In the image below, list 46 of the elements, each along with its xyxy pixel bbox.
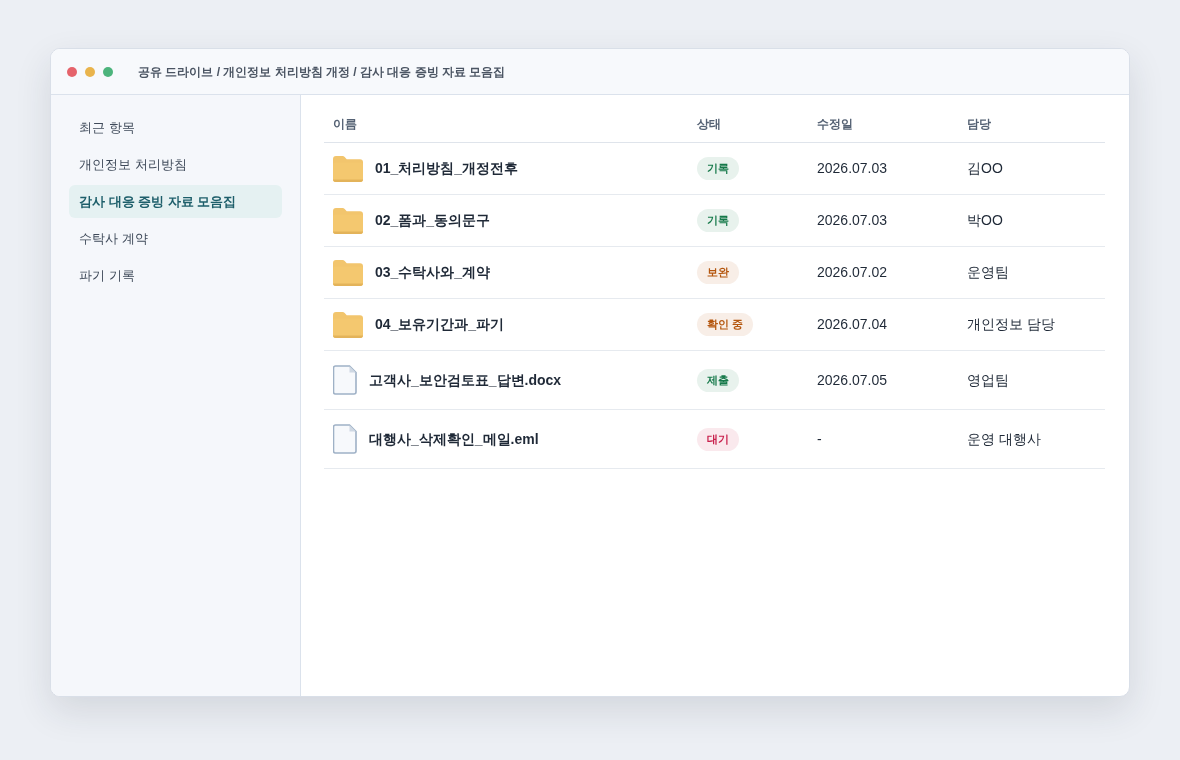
modified-date: 2026.07.03 xyxy=(817,159,888,178)
folder-icon xyxy=(333,259,363,286)
file-row[interactable]: 고객사_보안검토표_답변.docx 제출 2026.07.05 영업팀 xyxy=(324,351,1105,410)
document-icon xyxy=(333,365,357,395)
column-header[interactable]: 이름 xyxy=(333,114,357,133)
file-row[interactable]: 02_폼과_동의문구 기록 2026.07.03 박OO xyxy=(324,195,1105,247)
breadcrumb-path: 공유 드라이브 / 개인정보 처리방침 개정 / 감사 대응 증빙 자료 모음집 xyxy=(138,63,506,81)
status-badge: 제출 xyxy=(697,368,739,392)
column-header[interactable]: 담당 xyxy=(967,114,991,133)
owner-name: 운영팀 xyxy=(967,263,1009,282)
file-row[interactable]: 대행사_삭제확인_메일.eml 대기 - 운영 대행사 xyxy=(324,410,1105,469)
item-name: 03_수탁사와_계약 xyxy=(375,263,491,282)
status-badge: 기록 xyxy=(697,157,739,180)
folder-icon xyxy=(333,155,363,182)
file-row[interactable]: 03_수탁사와_계약 보완 2026.07.02 운영팀 xyxy=(324,247,1105,299)
folder-icon xyxy=(333,207,363,234)
status-badge: 대기 xyxy=(697,427,739,451)
modified-date: 2026.07.04 xyxy=(817,315,888,334)
column-header[interactable]: 수정일 xyxy=(817,114,853,133)
status-badge: 보완 xyxy=(697,261,739,284)
file-row[interactable]: 01_처리방침_개정전후 기록 2026.07.03 김OO xyxy=(324,143,1105,195)
file-row[interactable]: 04_보유기간과_파기 확인 중 2026.07.04 개인정보 담당 xyxy=(324,299,1105,351)
owner-name: 영업팀 xyxy=(967,370,1009,390)
modified-date: 2026.07.03 xyxy=(817,211,888,230)
sidebar-item[interactable]: 수탁사 계약 xyxy=(69,222,282,255)
modified-date: 2026.07.05 xyxy=(817,370,888,390)
status-badge: 확인 중 xyxy=(697,313,754,336)
owner-name: 박OO xyxy=(967,211,1003,230)
item-name: 04_보유기간과_파기 xyxy=(375,315,505,334)
modified-date: 2026.07.02 xyxy=(817,263,888,282)
item-name: 01_처리방침_개정전후 xyxy=(375,159,519,178)
owner-name: 김OO xyxy=(967,159,1003,178)
document-icon xyxy=(333,424,357,454)
item-name: 고객사_보안검토표_답변.docx xyxy=(369,370,562,390)
status-badge: 기록 xyxy=(697,209,739,232)
modified-date: - xyxy=(817,429,822,449)
owner-name: 운영 대행사 xyxy=(967,429,1041,449)
sidebar-item[interactable]: 최근 항목 xyxy=(69,111,282,144)
sidebar-item[interactable]: 개인정보 처리방침 xyxy=(69,148,282,181)
column-header[interactable]: 상태 xyxy=(697,114,721,133)
sidebar-item[interactable]: 파기 기록 xyxy=(69,259,282,292)
item-name: 대행사_삭제확인_메일.eml xyxy=(369,429,539,449)
sidebar-item[interactable]: 감사 대응 증빙 자료 모음집 xyxy=(69,185,282,218)
item-name: 02_폼과_동의문구 xyxy=(375,211,491,230)
folder-icon xyxy=(333,311,363,338)
owner-name: 개인정보 담당 xyxy=(967,315,1055,334)
